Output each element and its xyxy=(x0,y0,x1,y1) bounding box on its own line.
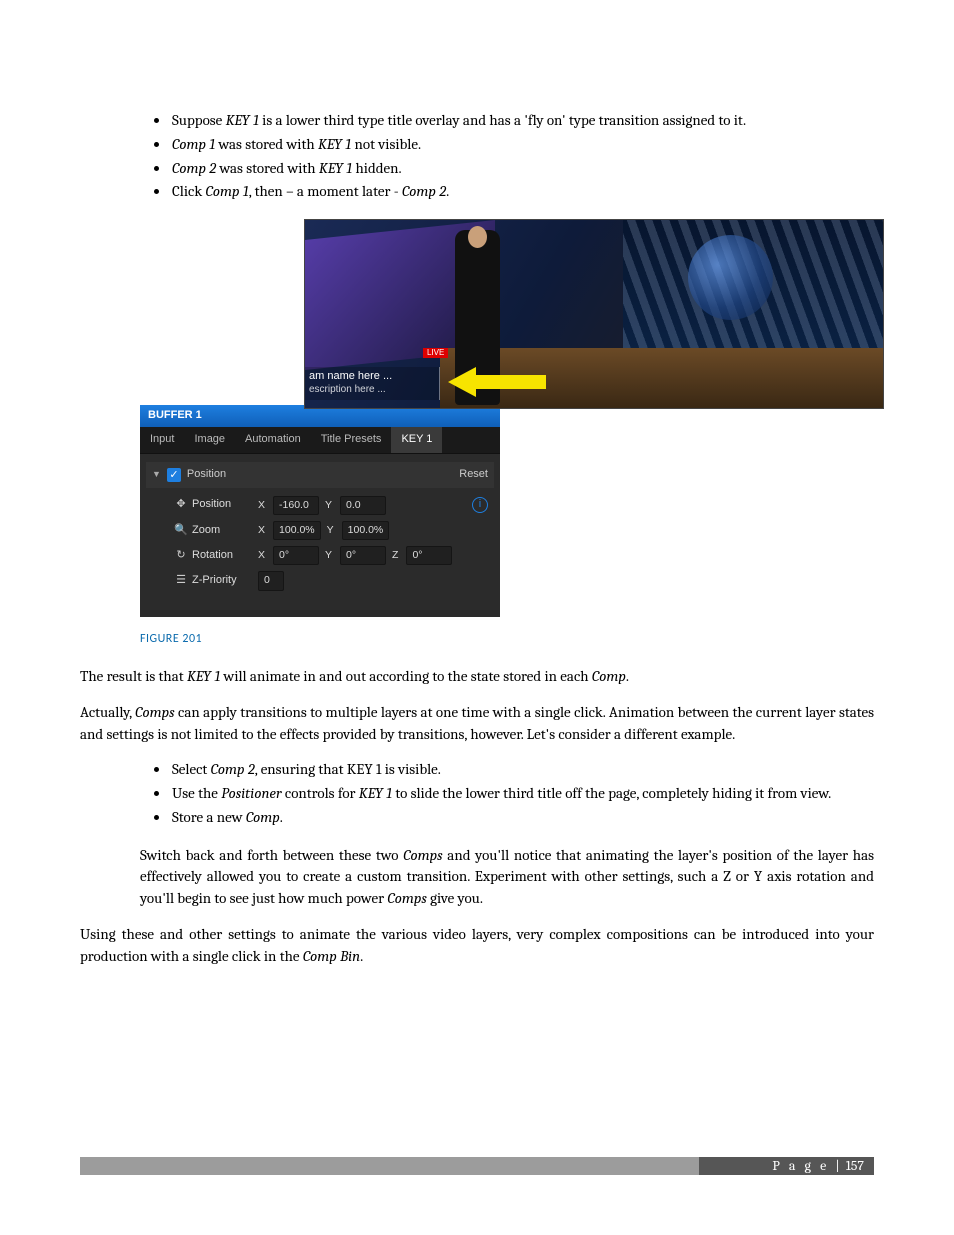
footer-bar-left xyxy=(80,1157,699,1175)
panel-tabs: Input Image Automation Title Presets KEY… xyxy=(140,427,500,454)
tab-image[interactable]: Image xyxy=(184,427,235,453)
bullet-list-mid: Select Comp 2, ensuring that KEY 1 is vi… xyxy=(170,759,874,828)
figure-caption: FIGURE 201 xyxy=(140,631,874,648)
page-footer: P a g e | 157 xyxy=(80,1157,874,1179)
body-paragraph: Using these and other settings to animat… xyxy=(80,924,874,968)
rotation-y-input[interactable]: 0° xyxy=(340,546,386,565)
zpriority-input[interactable]: 0 xyxy=(258,571,284,590)
info-icon[interactable]: i xyxy=(472,497,488,513)
tab-title-presets[interactable]: Title Presets xyxy=(311,427,392,453)
zoom-y-input[interactable]: 100.0% xyxy=(342,521,390,540)
footer-bar-right: P a g e | 157 xyxy=(699,1157,874,1175)
list-item: Store a new Comp. xyxy=(170,807,874,829)
globe-graphic xyxy=(688,235,773,320)
reset-button[interactable]: Reset xyxy=(459,467,488,483)
lower-third-title: am name here ... escription here ... xyxy=(305,367,440,400)
tab-input[interactable]: Input xyxy=(140,427,184,453)
rotation-row: ↻Rotation X0° Y0° Z0° xyxy=(174,546,488,565)
video-preview: LIVE am name here ... escription here ..… xyxy=(304,219,884,409)
presenter xyxy=(455,230,500,405)
footer-page-label: P a g e xyxy=(772,1156,829,1176)
zoom-icon: 🔍 xyxy=(174,523,188,539)
position-section-header[interactable]: ▼ ✓ Position Reset xyxy=(146,462,494,488)
lower-third-line2: escription here ... xyxy=(309,383,435,396)
lower-third-line1: am name here ... xyxy=(309,369,435,383)
figure-wrapper: LIVE am name here ... escription here ..… xyxy=(140,219,874,617)
position-x-input[interactable]: -160.0 xyxy=(273,496,319,515)
section-label: Position xyxy=(187,467,226,483)
move-icon: ✥ xyxy=(174,497,188,513)
position-y-input[interactable]: 0.0 xyxy=(340,496,386,515)
zoom-row: 🔍Zoom X100.0% Y100.0% xyxy=(174,521,488,540)
list-item: Comp 1 was stored with KEY 1 not visible… xyxy=(170,134,874,156)
position-controls: ✥Position X-160.0 Y0.0 i 🔍Zoom X100.0% Y… xyxy=(146,488,494,611)
position-checkbox[interactable]: ✓ xyxy=(167,468,181,482)
list-item: Use the Positioner controls for KEY 1 to… xyxy=(170,783,874,805)
list-item: Suppose KEY 1 is a lower third type titl… xyxy=(170,110,874,132)
live-tag: LIVE xyxy=(423,348,448,358)
list-item: Select Comp 2, ensuring that KEY 1 is vi… xyxy=(170,759,874,781)
body-paragraph: Switch back and forth between these two … xyxy=(140,845,874,910)
bullet-list-top: Suppose KEY 1 is a lower third type titl… xyxy=(170,110,874,203)
tab-automation[interactable]: Automation xyxy=(235,427,311,453)
body-paragraph: The result is that KEY 1 will animate in… xyxy=(80,666,874,688)
page-content: Suppose KEY 1 is a lower third type titl… xyxy=(80,110,874,1179)
studio-floor xyxy=(440,348,883,408)
list-item: Click Comp 1, then – a moment later - Co… xyxy=(170,181,874,203)
rotation-z-input[interactable]: 0° xyxy=(406,546,452,565)
body-paragraph: Actually, Comps can apply transitions to… xyxy=(80,702,874,746)
layers-icon: ☰ xyxy=(174,573,188,589)
tab-key1[interactable]: KEY 1 xyxy=(391,427,442,453)
footer-separator: | xyxy=(835,1156,839,1176)
position-row: ✥Position X-160.0 Y0.0 i xyxy=(174,496,488,515)
zoom-x-input[interactable]: 100.0% xyxy=(273,521,321,540)
rotation-x-input[interactable]: 0° xyxy=(273,546,319,565)
footer-page-number: 157 xyxy=(846,1156,864,1176)
list-item: Comp 2 was stored with KEY 1 hidden. xyxy=(170,158,874,180)
buffer-config-panel: BUFFER 1 Input Image Automation Title Pr… xyxy=(140,405,500,617)
rotate-icon: ↻ xyxy=(174,548,188,564)
collapse-icon[interactable]: ▼ xyxy=(152,468,161,481)
zpriority-row: ☰Z-Priority 0 xyxy=(174,571,488,590)
